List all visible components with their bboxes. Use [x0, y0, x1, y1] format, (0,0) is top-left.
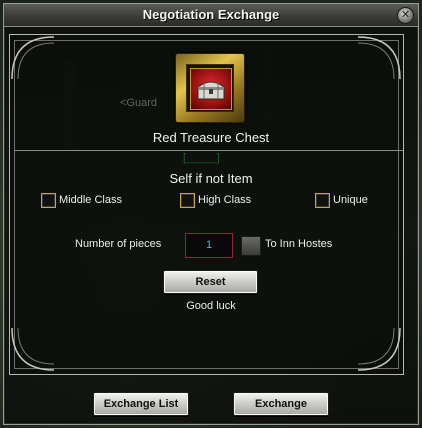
item-slot[interactable] — [175, 53, 245, 123]
checkbox-middle-class[interactable]: Middle Class — [41, 192, 122, 208]
corner-ornament-icon — [356, 326, 402, 372]
filter-title: Self if not Item — [169, 171, 253, 186]
item-name: Red Treasure Chest — [152, 130, 270, 145]
background-green-label: [_____] — [183, 152, 220, 164]
checkbox-box[interactable] — [315, 192, 330, 208]
corner-ornament-icon — [10, 35, 56, 81]
window-title: Negotiation Exchange — [142, 7, 280, 22]
divider — [14, 150, 403, 151]
corner-ornament-icon — [10, 326, 56, 372]
status-message: Good luck — [186, 300, 236, 312]
checkbox-label: High Class — [198, 194, 252, 206]
inn-hostes-label: To Inn Hostes — [265, 238, 333, 250]
checkbox-box[interactable] — [180, 192, 195, 208]
checkbox-label: Unique — [333, 194, 368, 206]
quantity-label: Number of pieces — [75, 238, 162, 250]
close-icon[interactable]: ✕ — [397, 7, 414, 24]
corner-ornament-icon — [356, 35, 402, 81]
reset-button[interactable]: Reset — [163, 270, 258, 294]
exchange-list-button[interactable]: Exchange List — [93, 392, 189, 416]
treasure-chest-icon — [190, 68, 232, 110]
quantity-input[interactable]: 1 — [185, 233, 233, 258]
checkbox-unique[interactable]: Unique — [315, 192, 368, 208]
titlebar[interactable]: Negotiation Exchange ✕ — [4, 4, 418, 27]
exchange-button[interactable]: Exchange — [233, 392, 329, 416]
checkbox-box[interactable] — [41, 192, 56, 208]
inn-hostes-checkbox[interactable] — [241, 236, 261, 256]
checkbox-label: Middle Class — [59, 194, 122, 206]
checkbox-high-class[interactable]: High Class — [180, 192, 251, 208]
background-guard-label: <Guard — [120, 97, 157, 109]
